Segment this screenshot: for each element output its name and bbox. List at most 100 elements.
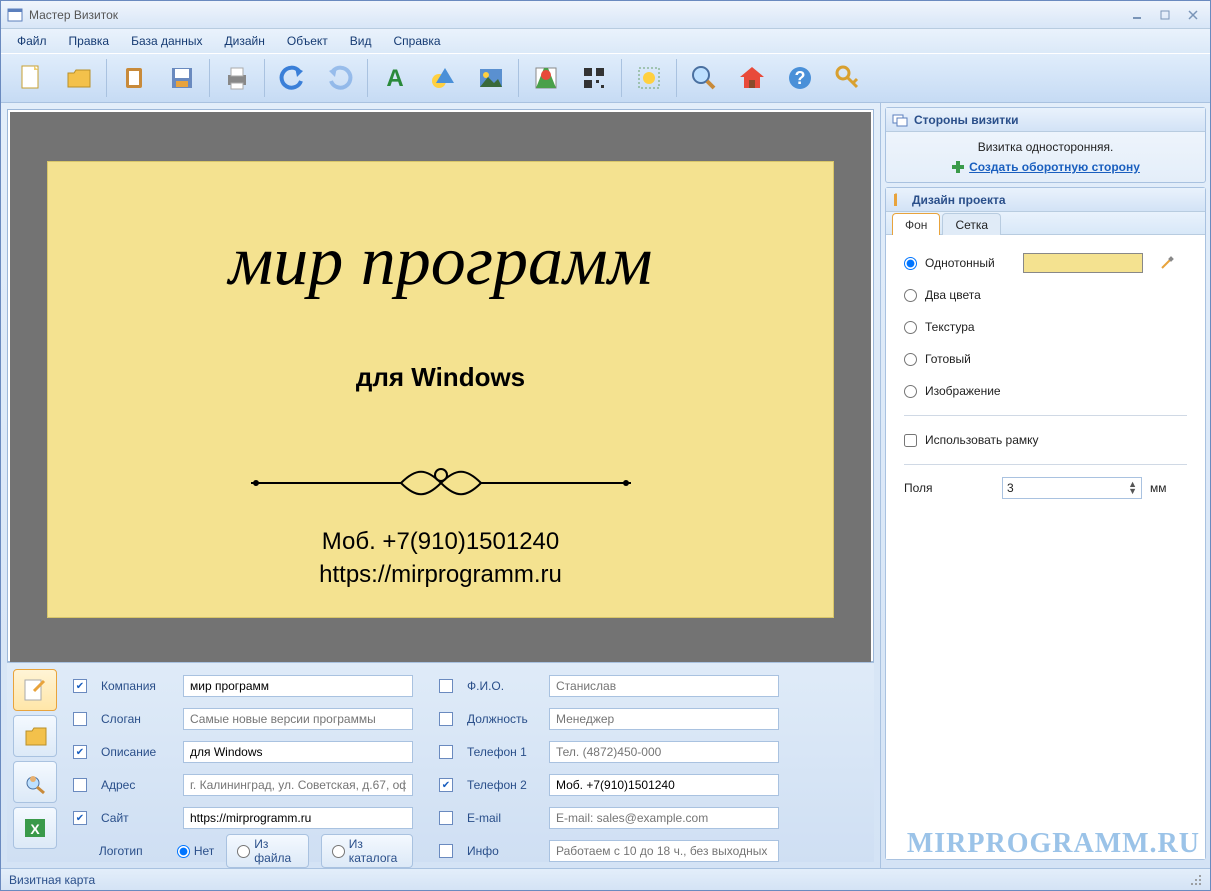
paste-button[interactable] <box>110 56 158 100</box>
logo-catalog[interactable]: Из каталога <box>321 834 413 868</box>
new-button[interactable] <box>7 56 55 100</box>
input-tel2[interactable] <box>549 774 779 796</box>
input-slogan[interactable] <box>183 708 413 730</box>
chk-email[interactable] <box>439 811 453 825</box>
design-section: Дизайн проекта Фон Сетка Однотонный Два … <box>885 187 1206 860</box>
radio-img-label: Изображение <box>925 384 1001 398</box>
input-email[interactable] <box>549 807 779 829</box>
redo-button[interactable] <box>316 56 364 100</box>
lbl-site: Сайт <box>99 811 179 825</box>
open-button[interactable] <box>55 56 103 100</box>
contacts-tab-icon[interactable] <box>13 715 57 757</box>
lbl-tel2: Телефон 2 <box>465 778 545 792</box>
chk-company[interactable]: ✔ <box>73 679 87 693</box>
chk-fio[interactable] <box>439 679 453 693</box>
radio-img[interactable] <box>904 385 917 398</box>
menu-design[interactable]: Дизайн <box>215 31 275 51</box>
bottom-panel: X ✔ Компания Ф.И.О. Слоган Должность <box>7 662 874 862</box>
clipart-button[interactable] <box>625 56 673 100</box>
shape-button[interactable] <box>419 56 467 100</box>
sides-section: Стороны визитки Визитка односторонняя. С… <box>885 107 1206 183</box>
zoom-button[interactable] <box>680 56 728 100</box>
logo-none[interactable]: Нет <box>177 844 214 858</box>
radio-tex[interactable] <box>904 321 917 334</box>
menu-file[interactable]: Файл <box>7 31 57 51</box>
margins-input[interactable]: 3▲▼ <box>1002 477 1142 499</box>
lbl-tel1: Телефон 1 <box>465 745 545 759</box>
radio-preset-label: Готовый <box>925 352 971 366</box>
lbl-addr: Адрес <box>99 778 179 792</box>
logo-file[interactable]: Из файла <box>226 834 308 868</box>
undo-button[interactable] <box>268 56 316 100</box>
radio-tex-label: Текстура <box>925 320 975 334</box>
svg-text:X: X <box>30 821 40 837</box>
chk-addr[interactable] <box>73 778 87 792</box>
card-phone[interactable]: Моб. +7(910)1501240 <box>48 528 833 556</box>
maximize-button[interactable] <box>1154 7 1176 23</box>
card-title[interactable]: мир программ <box>48 222 833 302</box>
text-button[interactable]: A <box>371 56 419 100</box>
canvas-area: мир программ для Windows <box>1 103 880 868</box>
excel-tab-icon[interactable]: X <box>13 807 57 849</box>
menu-edit[interactable]: Правка <box>59 31 120 51</box>
radio-solid-label: Однотонный <box>925 256 995 270</box>
chk-tel1[interactable] <box>439 745 453 759</box>
input-info[interactable] <box>549 840 779 862</box>
save-button[interactable] <box>158 56 206 100</box>
menu-help[interactable]: Справка <box>383 31 450 51</box>
field-grid: ✔ Компания Ф.И.О. Слоган Должность ✔ Оп <box>73 669 868 856</box>
create-back-link[interactable]: Создать оборотную сторону <box>969 160 1140 174</box>
input-role[interactable] <box>549 708 779 730</box>
radio-solid[interactable] <box>904 257 917 270</box>
help-button[interactable]: ? <box>776 56 824 100</box>
minimize-button[interactable] <box>1126 7 1148 23</box>
input-fio[interactable] <box>549 675 779 697</box>
qrcode-button[interactable] <box>570 56 618 100</box>
margins-unit: мм <box>1150 481 1167 495</box>
resize-grip[interactable] <box>1190 874 1202 886</box>
print-button[interactable] <box>213 56 261 100</box>
lbl-role: Должность <box>465 712 545 726</box>
chk-tel2[interactable]: ✔ <box>439 778 453 792</box>
input-company[interactable] <box>183 675 413 697</box>
menu-database[interactable]: База данных <box>121 31 212 51</box>
chk-desc[interactable]: ✔ <box>73 745 87 759</box>
menu-view[interactable]: Вид <box>340 31 382 51</box>
eyedropper-icon[interactable] <box>1159 255 1175 271</box>
chk-frame[interactable] <box>904 434 917 447</box>
input-tel1[interactable] <box>549 741 779 763</box>
card-url[interactable]: https://mirprogramm.ru <box>48 561 833 589</box>
chk-site[interactable]: ✔ <box>73 811 87 825</box>
input-addr[interactable] <box>183 774 413 796</box>
tab-bg[interactable]: Фон <box>892 213 940 235</box>
search-tab-icon[interactable] <box>13 761 57 803</box>
lbl-info: Инфо <box>465 844 545 858</box>
sides-title: Стороны визитки <box>914 113 1019 127</box>
card-ornament[interactable] <box>48 463 833 503</box>
chk-info[interactable] <box>439 844 453 858</box>
map-button[interactable] <box>522 56 570 100</box>
key-button[interactable] <box>824 56 872 100</box>
work-area: мир программ для Windows <box>1 103 1210 868</box>
radio-two[interactable] <box>904 289 917 302</box>
chk-slogan[interactable] <box>73 712 87 726</box>
home-button[interactable] <box>728 56 776 100</box>
menu-object[interactable]: Объект <box>277 31 338 51</box>
card-subtitle[interactable]: для Windows <box>48 362 833 393</box>
input-site[interactable] <box>183 807 413 829</box>
margins-label: Поля <box>904 481 994 495</box>
titlebar: Мастер Визиток <box>1 1 1210 29</box>
close-button[interactable] <box>1182 7 1204 23</box>
bottom-left-tools: X <box>13 669 69 856</box>
edit-tab-icon[interactable] <box>13 669 57 711</box>
business-card[interactable]: мир программ для Windows <box>47 161 834 618</box>
app-window: Мастер Визиток Файл Правка База данных Д… <box>0 0 1211 891</box>
chk-role[interactable] <box>439 712 453 726</box>
tab-grid[interactable]: Сетка <box>942 213 1001 235</box>
radio-preset[interactable] <box>904 353 917 366</box>
color-swatch[interactable] <box>1023 253 1143 273</box>
input-desc[interactable] <box>183 741 413 763</box>
image-button[interactable] <box>467 56 515 100</box>
lbl-fio: Ф.И.О. <box>465 679 545 693</box>
canvas[interactable]: мир программ для Windows <box>10 112 871 667</box>
